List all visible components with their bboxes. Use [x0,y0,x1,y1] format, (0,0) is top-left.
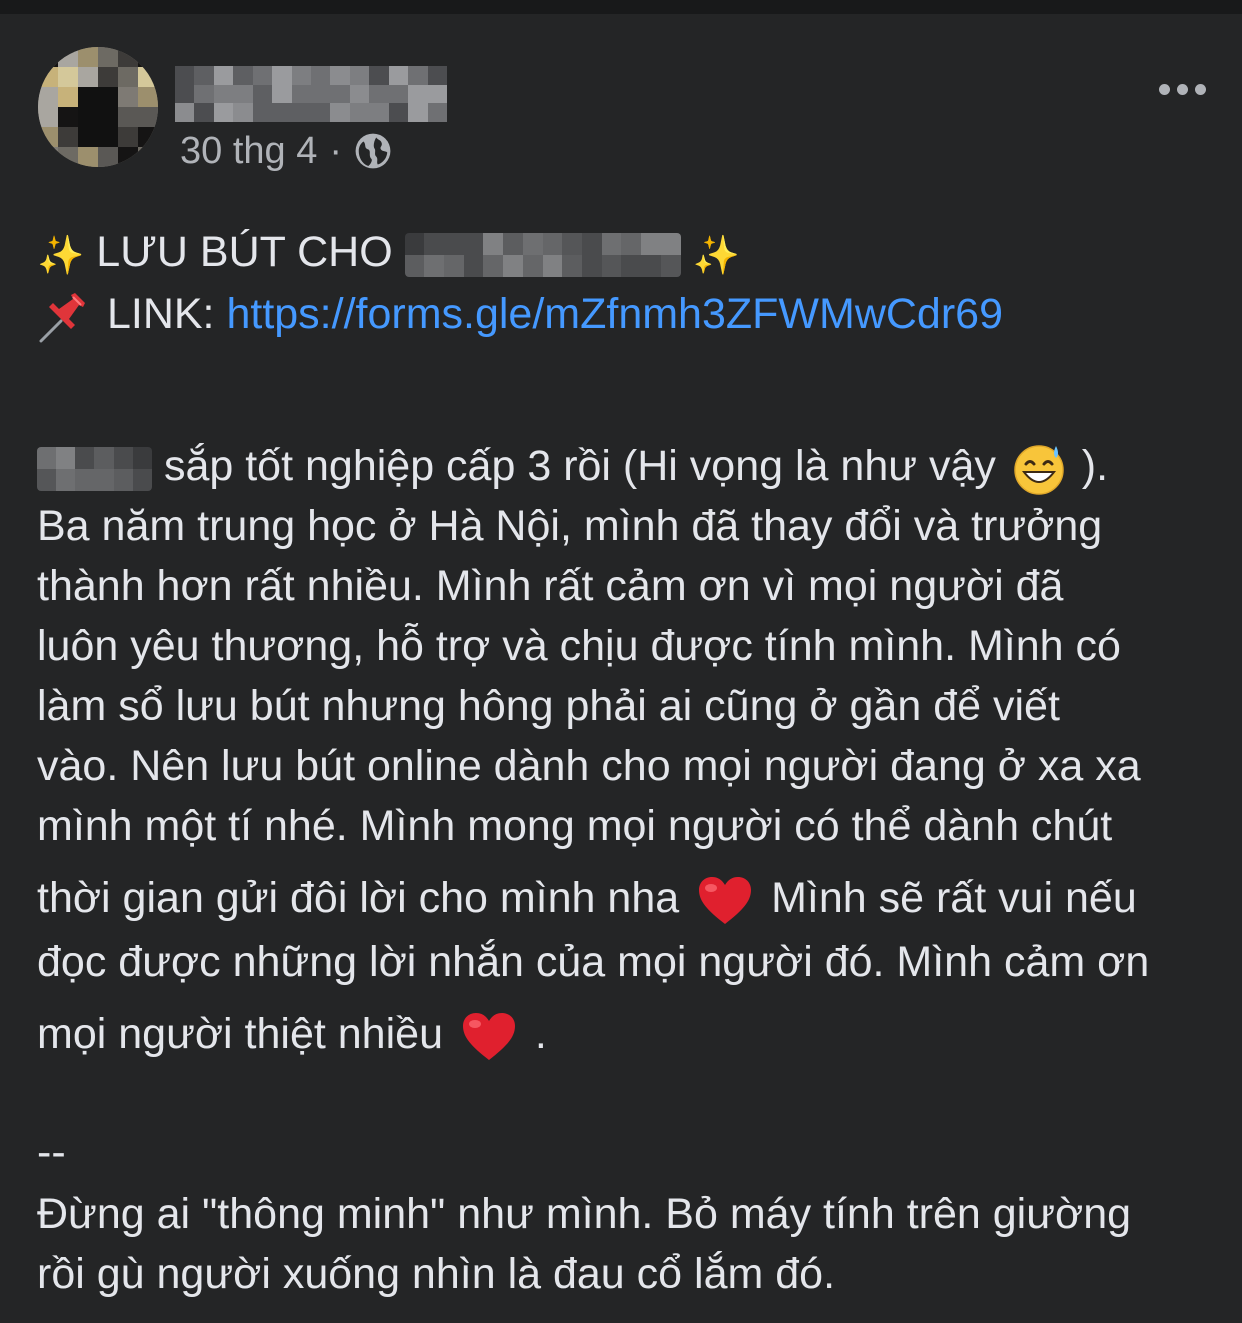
grinning-sweat-emoji [1014,444,1064,495]
more-options-button[interactable] [1152,74,1212,104]
paragraph-text: sắp tốt nghiệp cấp 3 rồi (Hi vọng là như… [163,442,996,490]
post-meta: 30 thg 4 · [180,126,392,176]
title-line: ✨ LƯU BÚT CHO ✨ [37,224,740,280]
paragraph-line: sắp tốt nghiệp cấp 3 rồi (Hi vọng là như… [37,438,1109,495]
title-text: LƯU BÚT CHO [96,228,393,276]
paragraph-line: thành hơn rất nhiều. Mình rất cảm ơn vì … [37,562,1064,610]
red-heart-emoji [699,876,752,924]
link-label: LINK: [106,290,215,338]
paragraph-text: . [534,1010,547,1058]
paragraph-line: rồi gù người xuống nhìn là đau cổ lắm đó… [37,1250,836,1298]
redacted-name [37,446,152,491]
post-date[interactable]: 30 thg 4 [180,130,317,173]
post-card: 30 thg 4 · ✨ LƯU BÚT CHO ✨ LINK: https:/… [0,14,1242,1323]
pushpin-emoji [39,292,85,343]
meta-separator: · [329,129,342,172]
avatar[interactable] [38,47,158,167]
signature-divider: -- [37,1128,66,1176]
paragraph-text: thời gian gửi đôi lời cho mình nha [37,874,680,922]
paragraph-line: Ba năm trung học ở Hà Nội, mình đã thay … [37,502,1103,550]
sparkles-emoji: ✨ [692,232,740,277]
paragraph-line: đọc được những lời nhắn của mọi người đó… [37,938,1150,986]
paragraph-text: ). [1081,442,1109,490]
more-options-icon [1176,83,1188,95]
globe-icon[interactable] [354,132,392,170]
paragraph-line: thời gian gửi đôi lời cho mình nha Mình … [37,870,1137,926]
link-line: LINK: https://forms.gle/mZfnmh3ZFWMwCdr6… [37,286,1003,343]
paragraph-line: mọi người thiệt nhiều . [37,1006,547,1062]
more-options-icon [1158,83,1170,95]
paragraph-text: mọi người thiệt nhiều [37,1010,443,1058]
more-options-icon [1194,83,1206,95]
paragraph-line: luôn yêu thương, hỗ trợ và chịu được tín… [37,622,1121,670]
paragraph-line: vào. Nên lưu bút online dành cho mọi ngư… [37,742,1141,790]
paragraph-line: làm sổ lưu bút nhưng hông phải ai cũng ở… [37,682,1060,730]
form-link[interactable]: https://forms.gle/mZfnmh3ZFWMwCdr69 [226,290,1003,338]
author-name-redacted[interactable] [175,66,447,122]
paragraph-line: Đừng ai "thông minh" như mình. Bỏ máy tí… [37,1190,1132,1238]
top-strip [0,0,1242,14]
red-heart-emoji [462,1012,515,1060]
paragraph-text: Mình sẽ rất vui nếu [771,874,1137,922]
sparkles-emoji: ✨ [37,232,85,277]
redacted-name [404,232,681,277]
paragraph-line: mình một tí nhé. Mình mong mọi người có … [37,802,1113,850]
